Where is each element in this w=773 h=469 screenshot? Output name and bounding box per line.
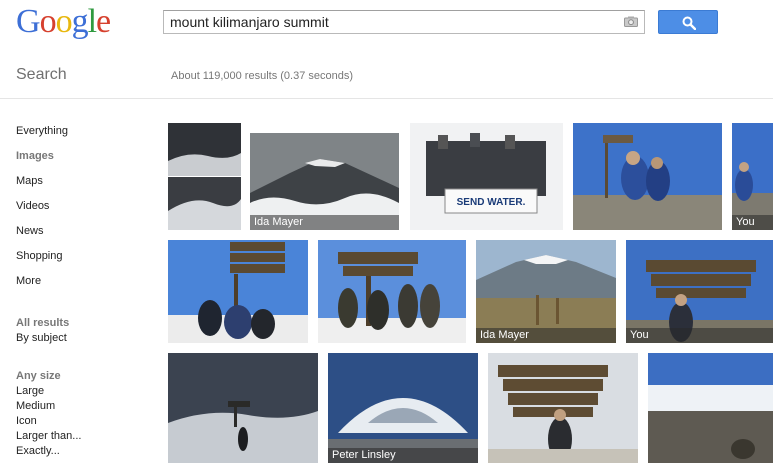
search-box[interactable]	[163, 10, 645, 34]
filter-icon[interactable]: Icon	[16, 415, 37, 427]
climbers-at-sign-photo	[573, 123, 722, 230]
filter-larger-than[interactable]: Larger than...	[16, 430, 81, 442]
nav-maps[interactable]: Maps	[16, 175, 43, 187]
banner-text: SEND WATER.	[457, 197, 526, 208]
logo-letter: o	[55, 3, 73, 40]
image-result[interactable]	[648, 353, 773, 463]
image-caption: Ida Mayer	[250, 215, 399, 230]
filter-exactly[interactable]: Exactly...	[16, 445, 60, 457]
logo-letter: g	[71, 3, 89, 40]
climber-under-summit-sign-photo	[488, 353, 638, 463]
search-button[interactable]	[658, 10, 718, 34]
summit-glacier-photo	[168, 123, 241, 230]
image-result[interactable]	[573, 123, 722, 230]
aerial-crater-photo	[328, 353, 478, 463]
logo-letter: G	[16, 3, 41, 40]
filter-medium[interactable]: Medium	[16, 400, 55, 412]
climber-partial-photo	[732, 123, 773, 230]
nav-videos[interactable]: Videos	[16, 200, 49, 212]
group-with-banner-photo: SEND WATER.	[410, 123, 563, 230]
logo-letter: e	[96, 3, 111, 40]
image-result[interactable]: You	[626, 240, 773, 343]
image-result[interactable]: Peter Linsley	[328, 353, 478, 463]
image-result[interactable]	[168, 240, 308, 343]
glacier-edge-photo	[648, 353, 773, 463]
image-result[interactable]	[168, 353, 318, 463]
filter-any-size: Any size	[16, 370, 61, 382]
climbers-at-summit-sign-photo	[168, 240, 308, 343]
subheader-bar	[0, 53, 773, 99]
image-caption: You	[626, 328, 773, 343]
image-result[interactable]: You	[732, 123, 773, 230]
image-caption: You	[732, 215, 773, 230]
image-caption: Peter Linsley	[328, 448, 478, 463]
image-caption: Ida Mayer	[476, 328, 616, 343]
group-at-wooden-sign-photo	[318, 240, 466, 343]
nav-images: Images	[16, 150, 54, 162]
logo-letter: l	[87, 3, 98, 40]
nav-everything[interactable]: Everything	[16, 125, 68, 137]
image-result[interactable]	[488, 353, 638, 463]
image-result[interactable]: Ida Mayer	[476, 240, 616, 343]
nav-news[interactable]: News	[16, 225, 44, 237]
logo-letter: o	[39, 3, 57, 40]
filter-all-results: All results	[16, 317, 70, 329]
camera-icon[interactable]	[624, 16, 638, 27]
filter-by-subject[interactable]: By subject	[16, 332, 67, 344]
image-result[interactable]: SEND WATER.	[410, 123, 563, 230]
filter-large[interactable]: Large	[16, 385, 44, 397]
image-result[interactable]	[168, 123, 241, 230]
google-logo[interactable]: Google	[16, 4, 112, 40]
summit-dusk-photo	[168, 353, 318, 463]
search-section-label: Search	[16, 66, 67, 83]
magnifier-icon	[682, 16, 696, 30]
image-result[interactable]: Ida Mayer	[250, 133, 399, 230]
nav-shopping[interactable]: Shopping	[16, 250, 63, 262]
image-result[interactable]	[318, 240, 466, 343]
nav-more[interactable]: More	[16, 275, 41, 287]
search-input[interactable]	[170, 13, 610, 31]
result-stats: About 119,000 results (0.37 seconds)	[171, 70, 354, 82]
